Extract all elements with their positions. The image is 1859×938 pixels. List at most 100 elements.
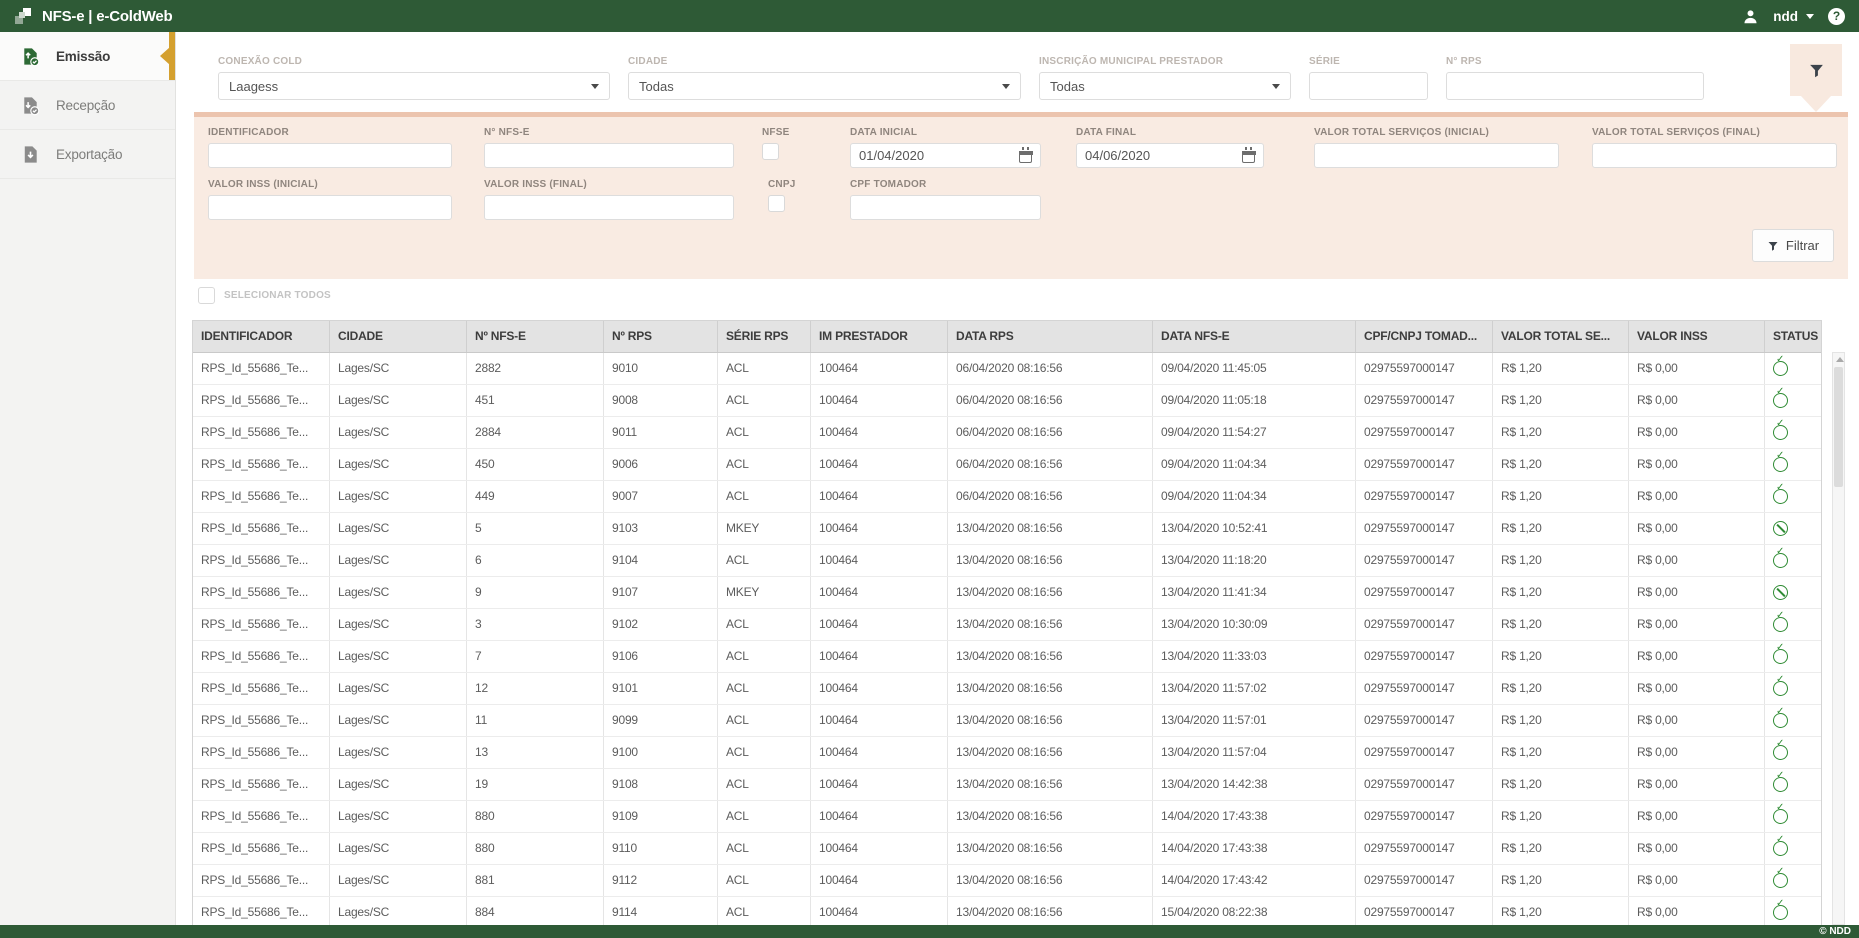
data-inicial-input[interactable]: 01/04/2020 <box>850 143 1041 168</box>
cell-data_rps: 13/04/2020 08:16:56 <box>948 769 1153 800</box>
table-row[interactable]: RPS_Id_55686_Te...Lages/SC139100ACL10046… <box>193 737 1821 769</box>
table-row[interactable]: RPS_Id_55686_Te...Lages/SC8809109ACL1004… <box>193 801 1821 833</box>
cnpj-checkbox[interactable] <box>768 195 785 212</box>
scrollbar-thumb[interactable] <box>1834 367 1843 487</box>
user-menu[interactable]: ndd <box>1773 9 1798 24</box>
sidebar-item-exportacao[interactable]: Exportação <box>0 130 175 179</box>
cell-cpf: 02975597000147 <box>1356 449 1493 480</box>
serie-input[interactable] <box>1309 72 1428 100</box>
table-row[interactable]: RPS_Id_55686_Te...Lages/SC39102ACL100464… <box>193 609 1821 641</box>
cell-valor_total: R$ 1,20 <box>1493 865 1629 896</box>
status-success-icon <box>1773 649 1788 664</box>
cell-nfse: 13 <box>467 737 604 768</box>
column-header-status[interactable]: STATUS <box>1765 321 1821 352</box>
table-row[interactable]: RPS_Id_55686_Te...Lages/SC79106ACL100464… <box>193 641 1821 673</box>
n-nfse-input[interactable] <box>484 143 734 168</box>
sidebar-item-label: Exportação <box>56 147 122 162</box>
data-inicial-field: DATA INICIAL 01/04/2020 <box>850 127 1041 168</box>
valor-total-final-input[interactable] <box>1592 143 1837 168</box>
table-row[interactable]: RPS_Id_55686_Te...Lages/SC28849011ACL100… <box>193 417 1821 449</box>
sidebar-item-recepcao[interactable]: Recepção <box>0 81 175 130</box>
column-header-data_nfse[interactable]: DATA NFS-E <box>1153 321 1356 352</box>
cell-cidade: Lages/SC <box>330 449 467 480</box>
valor-inss-final-label: VALOR INSS (FINAL) <box>484 179 734 190</box>
n-rps-input[interactable] <box>1446 72 1704 100</box>
column-header-valor_inss[interactable]: VALOR INSS <box>1629 321 1765 352</box>
filter-toggle-button[interactable] <box>1790 44 1842 96</box>
cell-serie: ACL <box>718 385 811 416</box>
column-header-serie[interactable]: SÉRIE RPS <box>718 321 811 352</box>
valor-total-inicial-input[interactable] <box>1314 143 1559 168</box>
table-row[interactable]: RPS_Id_55686_Te...Lages/SC129101ACL10046… <box>193 673 1821 705</box>
vertical-scrollbar[interactable] <box>1832 352 1845 925</box>
identificador-input[interactable] <box>208 143 452 168</box>
cell-cpf: 02975597000147 <box>1356 385 1493 416</box>
cell-nfse: 6 <box>467 545 604 576</box>
cell-valor_total: R$ 1,20 <box>1493 833 1629 864</box>
valor-total-final-label: VALOR TOTAL SERVIÇOS (FINAL) <box>1592 127 1837 138</box>
table-row[interactable]: RPS_Id_55686_Te...Lages/SC59103MKEY10046… <box>193 513 1821 545</box>
column-header-nfse[interactable]: Nº NFS-E <box>467 321 604 352</box>
cell-identificador: RPS_Id_55686_Te... <box>193 449 330 480</box>
cell-data_rps: 13/04/2020 08:16:56 <box>948 641 1153 672</box>
cell-rps: 9011 <box>604 417 718 448</box>
data-final-input[interactable]: 04/06/2020 <box>1076 143 1264 168</box>
filtrar-button[interactable]: Filtrar <box>1752 229 1834 262</box>
table-row[interactable]: RPS_Id_55686_Te...Lages/SC4509006ACL1004… <box>193 449 1821 481</box>
calendar-icon <box>1242 151 1255 163</box>
cell-status <box>1765 769 1821 800</box>
table-row[interactable]: RPS_Id_55686_Te...Lages/SC199108ACL10046… <box>193 769 1821 801</box>
cell-valor_total: R$ 1,20 <box>1493 673 1629 704</box>
table-row[interactable]: RPS_Id_55686_Te...Lages/SC69104ACL100464… <box>193 545 1821 577</box>
cell-cidade: Lages/SC <box>330 609 467 640</box>
table-row[interactable]: RPS_Id_55686_Te...Lages/SC8819112ACL1004… <box>193 865 1821 897</box>
column-header-valor_total[interactable]: VALOR TOTAL SE... <box>1493 321 1629 352</box>
column-header-data_rps[interactable]: DATA RPS <box>948 321 1153 352</box>
valor-inss-inicial-input[interactable] <box>208 195 452 220</box>
cell-valor_inss: R$ 0,00 <box>1629 865 1765 896</box>
table-row[interactable]: RPS_Id_55686_Te...Lages/SC119099ACL10046… <box>193 705 1821 737</box>
column-header-rps[interactable]: Nº RPS <box>604 321 718 352</box>
select-all-checkbox[interactable] <box>198 287 215 304</box>
cell-status <box>1765 865 1821 896</box>
cell-valor_inss: R$ 0,00 <box>1629 545 1765 576</box>
cell-im: 100464 <box>811 641 948 672</box>
cell-valor_inss: R$ 0,00 <box>1629 417 1765 448</box>
cpf-tomador-input[interactable] <box>850 195 1041 220</box>
cell-cidade: Lages/SC <box>330 865 467 896</box>
column-header-identificador[interactable]: IDENTIFICADOR <box>193 321 330 352</box>
identificador-label: IDENTIFICADOR <box>208 127 452 138</box>
nfse-checkbox[interactable] <box>762 143 779 160</box>
status-success-icon <box>1773 841 1788 856</box>
column-header-cidade[interactable]: CIDADE <box>330 321 467 352</box>
select-all-label: SELECIONAR TODOS <box>224 290 331 301</box>
scroll-up-icon[interactable] <box>1836 357 1844 362</box>
cell-data_nfse: 09/04/2020 11:54:27 <box>1153 417 1356 448</box>
valor-inss-final-input[interactable] <box>484 195 734 220</box>
cell-serie: ACL <box>718 673 811 704</box>
cell-cpf: 02975597000147 <box>1356 481 1493 512</box>
help-icon[interactable] <box>1828 8 1845 25</box>
cell-identificador: RPS_Id_55686_Te... <box>193 673 330 704</box>
conexao-cold-select[interactable]: Laagess <box>218 72 610 100</box>
cell-cidade: Lages/SC <box>330 385 467 416</box>
status-success-icon <box>1773 777 1788 792</box>
table-row[interactable]: RPS_Id_55686_Te...Lages/SC99107MKEY10046… <box>193 577 1821 609</box>
footer-bar: © NDD <box>0 925 1859 938</box>
table-row[interactable]: RPS_Id_55686_Te...Lages/SC8809110ACL1004… <box>193 833 1821 865</box>
cell-im: 100464 <box>811 513 948 544</box>
table-row[interactable]: RPS_Id_55686_Te...Lages/SC4499007ACL1004… <box>193 481 1821 513</box>
inscricao-select[interactable]: Todas <box>1039 72 1291 100</box>
table-row[interactable]: RPS_Id_55686_Te...Lages/SC8849114ACL1004… <box>193 897 1821 925</box>
copyright-text: © NDD <box>1819 926 1851 937</box>
table-row[interactable]: RPS_Id_55686_Te...Lages/SC4519008ACL1004… <box>193 385 1821 417</box>
identificador-field: IDENTIFICADOR <box>208 127 452 168</box>
conexao-cold-label: CONEXÃO COLD <box>218 56 610 67</box>
cidade-select[interactable]: Todas <box>628 72 1021 100</box>
sidebar-item-emissao[interactable]: Emissão <box>0 32 175 81</box>
column-header-im[interactable]: IM PRESTADOR <box>811 321 948 352</box>
cell-cidade: Lages/SC <box>330 577 467 608</box>
column-header-cpf[interactable]: CPF/CNPJ TOMAD... <box>1356 321 1493 352</box>
table-row[interactable]: RPS_Id_55686_Te...Lages/SC28829010ACL100… <box>193 353 1821 385</box>
cell-status <box>1765 417 1821 448</box>
